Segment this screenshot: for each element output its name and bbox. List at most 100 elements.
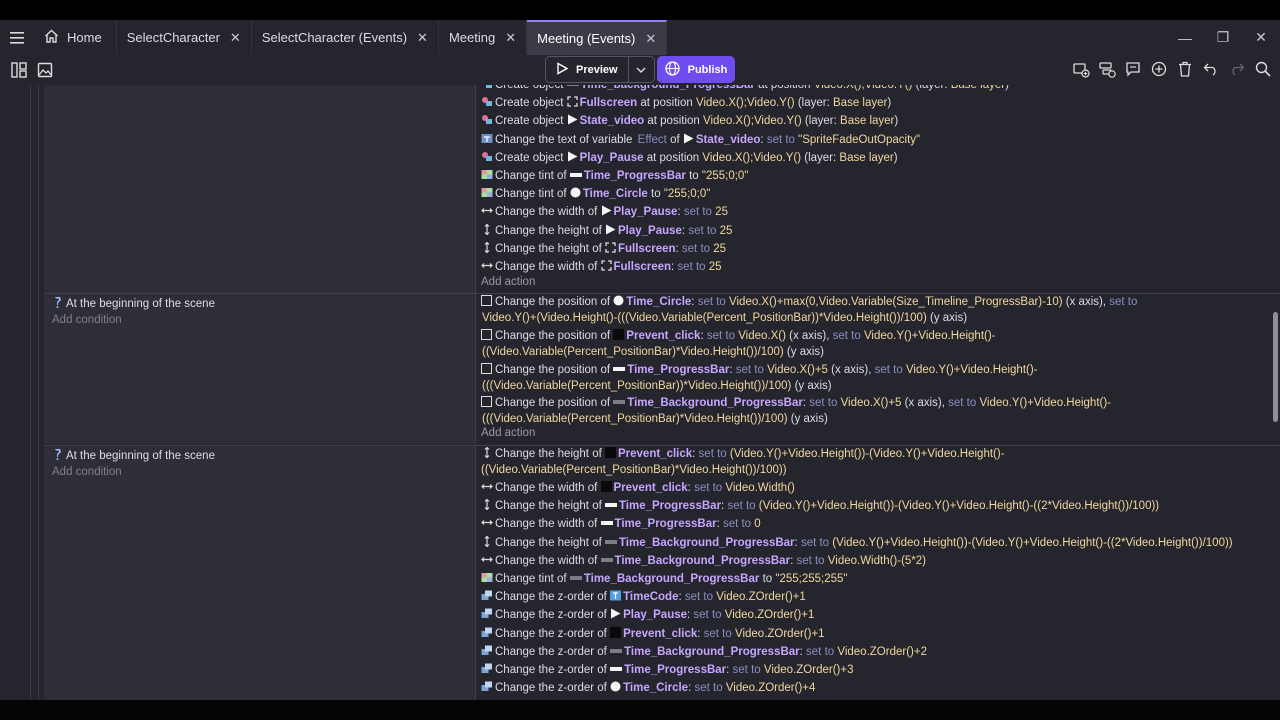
action-row[interactable]: Change the width of Fullscreen: set to 2… — [481, 259, 722, 276]
action-text: to — [689, 170, 699, 182]
value-text: Video.Y()+Video.Height()- — [863, 330, 996, 342]
action-row-continued[interactable]: ((Video.Variable(Percent_PositionBar)*Vi… — [482, 344, 824, 360]
trash-icon[interactable] — [1176, 58, 1194, 80]
object-name: Time_Circle — [582, 188, 648, 201]
action-text: at position — [647, 115, 700, 128]
close-icon[interactable]: ✕ — [417, 30, 428, 46]
action-text: to — [651, 188, 661, 201]
action-row[interactable]: Change the z-order of Time_Circle: set t… — [481, 680, 815, 697]
condition-row[interactable]: At the beginning of the scene — [52, 296, 215, 311]
value-text: Video.ZOrder()+1 — [724, 609, 815, 622]
action-text: Change tint of — [495, 573, 567, 585]
height-icon — [481, 535, 493, 547]
minimize-icon[interactable]: — — [1166, 20, 1204, 55]
add-condition-link[interactable]: Add condition — [52, 466, 122, 478]
add-event-icon[interactable] — [1072, 58, 1090, 80]
action-row[interactable]: Create object Fullscreen at position Vid… — [481, 95, 891, 112]
project-manager-icon[interactable] — [10, 59, 28, 81]
action-row[interactable]: Change the height of Fullscreen: set to … — [481, 241, 726, 258]
comment-icon[interactable] — [1124, 58, 1142, 80]
action-row[interactable]: Change the z-order of Prevent_click: set… — [481, 626, 825, 643]
operator-text: set to — [693, 609, 722, 622]
hamburger-menu-icon[interactable] — [0, 20, 34, 55]
object-name: Prevent_click — [617, 448, 693, 460]
action-row[interactable]: Change the z-order of Play_Pause: set to… — [481, 607, 814, 624]
action-row-continued[interactable]: Video.Y()+(Video.Height()-(((Video.Varia… — [482, 310, 967, 326]
close-icon[interactable]: ✕ — [505, 30, 516, 46]
add-action-link[interactable]: Add action — [481, 427, 535, 439]
action-row[interactable]: Change the position of Time_Background_P… — [481, 395, 1111, 412]
action-row-continued[interactable]: (((Video.Variable(Percent_PositionBar))*… — [482, 378, 832, 394]
action-row[interactable]: Change the width of Prevent_click: set t… — [481, 480, 795, 497]
conditions-column[interactable]: At the beginning of the scene Add condit… — [44, 294, 476, 444]
search-icon[interactable] — [1254, 58, 1272, 80]
scene-start-icon — [52, 448, 63, 463]
action-row[interactable]: Change tint of Time_Background_ProgressB… — [481, 571, 848, 588]
operator-text: set to — [832, 330, 861, 342]
close-icon[interactable]: ✕ — [230, 30, 241, 46]
action-row[interactable]: Create object State_video at position Vi… — [481, 113, 898, 130]
publish-button[interactable]: Publish — [657, 56, 735, 83]
variable-name: Effect — [637, 133, 667, 146]
action-row[interactable]: Change the z-order of Time_ProgressBar: … — [481, 662, 853, 679]
conditions-column[interactable]: At the beginning of the scene Add condit… — [44, 446, 476, 700]
fullscreen-icon — [605, 242, 616, 258]
black-square-icon — [613, 329, 625, 345]
value-text: Video.X();Video.Y() — [703, 115, 802, 128]
play-icon — [567, 114, 578, 130]
object-name: Prevent_click — [626, 330, 701, 342]
action-row-continued[interactable]: (((Video.Variable(Percent_PositionBar)*V… — [482, 411, 828, 427]
events-sheet[interactable]: At the beginning of the scene Add condit… — [0, 85, 1280, 700]
tab-home[interactable]: Home — [34, 20, 117, 55]
close-window-icon[interactable]: ✕ — [1242, 20, 1280, 55]
add-subevent-icon[interactable] — [1098, 58, 1116, 80]
condition-row[interactable]: At the beginning of the scene — [52, 448, 215, 463]
tab-meeting-events[interactable]: Meeting (Events) ✕ — [527, 20, 668, 55]
operator-text: set to — [722, 518, 752, 531]
action-row[interactable]: Change the width of Play_Pause: set to 2… — [481, 204, 728, 221]
add-condition-link[interactable]: Add condition — [52, 314, 122, 326]
tab-meeting[interactable]: Meeting ✕ — [439, 20, 528, 55]
action-row[interactable]: Change the height of Time_ProgressBar: s… — [481, 498, 1159, 515]
action-text: Change tint of — [495, 170, 567, 182]
action-text: Change the width of — [495, 554, 598, 567]
action-text: to — [762, 573, 773, 585]
action-row[interactable]: Change the height of Play_Pause: set to … — [481, 223, 732, 240]
action-row[interactable]: Change tint of Time_Circle to "255;0;0" — [481, 186, 710, 203]
action-row[interactable]: Create object Time_background_ProgressBa… — [481, 85, 1009, 94]
action-row[interactable]: Change the width of Time_ProgressBar: se… — [481, 516, 761, 533]
undo-icon[interactable] — [1202, 58, 1220, 80]
tint-icon — [481, 169, 493, 180]
action-row[interactable]: Change the height of Time_Background_Pro… — [481, 535, 1233, 552]
value-text: Video.X();Video.Y() — [702, 151, 802, 164]
redo-icon[interactable] — [1228, 58, 1246, 80]
restore-icon[interactable]: ❐ — [1204, 20, 1242, 55]
scene-image-icon[interactable] — [36, 59, 54, 81]
action-row[interactable]: Change the z-order of Time_Background_Pr… — [481, 644, 927, 661]
action-row[interactable]: Change the position of Time_ProgressBar:… — [481, 362, 1038, 379]
add-action-link[interactable]: Add action — [481, 276, 535, 288]
action-row[interactable]: Change the width of Time_Background_Prog… — [481, 553, 926, 570]
vertical-scrollbar[interactable] — [1273, 312, 1278, 422]
tab-selectcharacter[interactable]: SelectCharacter ✕ — [117, 20, 252, 55]
action-row[interactable]: Change the position of Time_Circle: set … — [481, 294, 1137, 311]
conditions-column[interactable] — [44, 85, 476, 293]
action-text: Change the position of — [495, 397, 611, 409]
action-row[interactable]: Change the position of Prevent_click: se… — [481, 328, 996, 345]
add-circle-icon[interactable] — [1150, 58, 1168, 80]
progress-bar-icon — [600, 554, 613, 570]
tab-selectcharacter-events[interactable]: SelectCharacter (Events) ✕ — [252, 20, 439, 55]
preview-button[interactable]: Preview — [546, 57, 628, 82]
action-row[interactable]: Change the height of Prevent_click: set … — [481, 446, 1005, 463]
action-row[interactable]: Change tint of Time_ProgressBar to "255;… — [481, 168, 748, 185]
action-row[interactable]: Change the z-order of TimeCode: set to V… — [481, 589, 806, 606]
action-row[interactable]: Change the text of variable Effect of St… — [481, 132, 920, 149]
z-order-icon — [481, 645, 493, 656]
value-text: 25 — [719, 224, 733, 237]
chevron-down-icon[interactable] — [627, 57, 654, 82]
close-icon[interactable]: ✕ — [645, 31, 656, 47]
action-text: Change the width of — [495, 482, 598, 494]
operator-text: set to — [677, 261, 706, 273]
action-row-continued[interactable]: ((Video.Variable(Percent_PositionBar)*Vi… — [481, 462, 787, 478]
action-row[interactable]: Create object Play_Pause at position Vid… — [481, 150, 898, 167]
